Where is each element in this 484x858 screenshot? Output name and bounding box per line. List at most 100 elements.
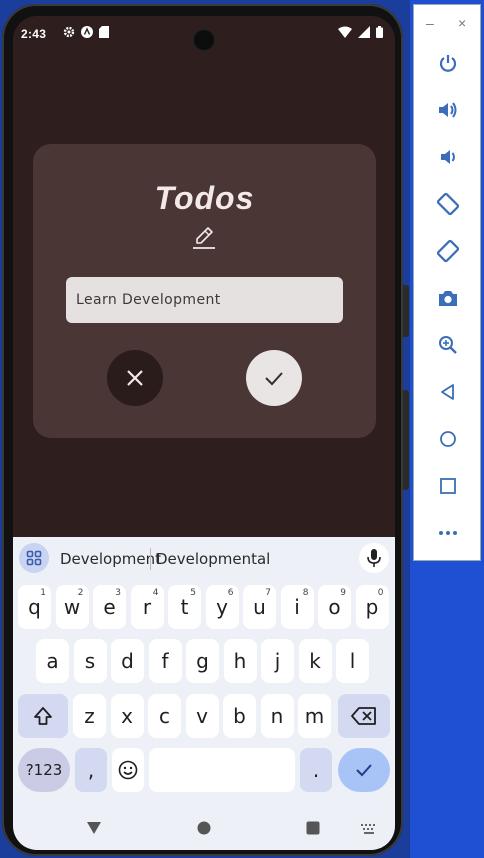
- recents-nav-icon[interactable]: [305, 820, 321, 836]
- status-bar: 2:43: [13, 16, 395, 50]
- rotate-right-icon[interactable]: [436, 239, 460, 263]
- keyboard-apps-button[interactable]: [19, 543, 49, 573]
- shift-icon: [34, 707, 52, 725]
- back-nav-icon[interactable]: [86, 820, 102, 836]
- suggestion-1[interactable]: Development: [60, 550, 161, 568]
- key-letter: e: [103, 595, 116, 619]
- key-a[interactable]: a: [36, 639, 69, 683]
- key-y[interactable]: y6: [205, 585, 239, 629]
- phone-frame: 2:43 Todos Learn Development Development…: [2, 4, 403, 856]
- space-key[interactable]: [149, 748, 295, 792]
- key-e[interactable]: e3: [93, 585, 126, 629]
- keyboard-switch-icon[interactable]: [360, 823, 378, 835]
- backspace-icon: [351, 707, 376, 725]
- key-number-hint: 2: [77, 588, 84, 598]
- enter-key[interactable]: [338, 748, 390, 792]
- key-letter: p: [365, 595, 379, 619]
- key-g[interactable]: g: [186, 639, 219, 683]
- settings-icon: [63, 26, 75, 38]
- confirm-button[interactable]: [246, 350, 302, 406]
- close-window-icon[interactable]: ×: [458, 15, 466, 31]
- emoji-icon: [118, 760, 138, 780]
- key-m[interactable]: m: [298, 694, 331, 738]
- front-camera: [194, 30, 214, 50]
- zoom-icon[interactable]: [436, 333, 460, 357]
- more-icon[interactable]: [436, 521, 460, 545]
- key-number-hint: 7: [265, 588, 271, 598]
- key-number-hint: 3: [115, 588, 121, 598]
- phone-power-button: [403, 285, 409, 337]
- grid-icon: [26, 550, 42, 566]
- backspace-key[interactable]: [338, 694, 390, 738]
- key-p[interactable]: p0: [355, 585, 389, 629]
- key-l[interactable]: l: [336, 639, 369, 683]
- suggestion-strip: Development Developmental: [13, 537, 395, 579]
- volume-up-icon[interactable]: [436, 98, 460, 122]
- navigation-bar: [13, 807, 395, 850]
- soft-keyboard: Development Developmental q1w2e3r4t5y6u7…: [13, 537, 395, 850]
- todo-text-field[interactable]: Learn Development: [66, 277, 343, 323]
- emoji-key[interactable]: [112, 748, 144, 792]
- signal-icon: [358, 26, 370, 38]
- phone-volume-button: [403, 390, 409, 490]
- key-x[interactable]: x: [110, 694, 144, 738]
- rotate-left-icon[interactable]: [436, 192, 460, 216]
- overview-icon[interactable]: [436, 474, 460, 498]
- back-icon[interactable]: [436, 380, 460, 404]
- period-key[interactable]: .: [300, 748, 332, 792]
- close-icon: [127, 370, 143, 386]
- key-letter: y: [216, 595, 228, 619]
- phone-screen: 2:43 Todos Learn Development Development…: [13, 16, 395, 850]
- key-k[interactable]: k: [298, 639, 332, 683]
- camera-icon[interactable]: [436, 286, 460, 310]
- key-j[interactable]: j: [261, 639, 294, 683]
- key-letter: i: [294, 595, 300, 619]
- status-time: 2:43: [21, 27, 47, 41]
- key-r[interactable]: r4: [130, 585, 164, 629]
- cancel-button[interactable]: [107, 350, 163, 406]
- battery-icon: [376, 26, 383, 38]
- key-number-hint: 0: [377, 588, 384, 598]
- dialog-title: Todos: [154, 180, 255, 216]
- todo-dialog: Todos Learn Development: [33, 144, 376, 438]
- key-b[interactable]: b: [223, 694, 256, 738]
- symbols-key[interactable]: ?123: [18, 748, 70, 792]
- key-n[interactable]: n: [260, 694, 294, 738]
- volume-down-icon[interactable]: [436, 145, 460, 169]
- wifi-icon: [338, 26, 352, 38]
- home-icon[interactable]: [436, 427, 460, 451]
- voice-input-button[interactable]: [359, 543, 389, 573]
- key-o[interactable]: o9: [318, 585, 351, 629]
- comma-key[interactable]: ,: [75, 748, 107, 792]
- power-icon[interactable]: [436, 51, 460, 75]
- key-c[interactable]: c: [148, 694, 181, 738]
- key-t[interactable]: t5: [168, 585, 201, 629]
- key-i[interactable]: i8: [280, 585, 314, 629]
- key-u[interactable]: u7: [243, 585, 276, 629]
- key-h[interactable]: h: [223, 639, 257, 683]
- emulator-toolbar: – ×: [413, 4, 481, 561]
- key-q[interactable]: q1: [18, 585, 51, 629]
- key-number-hint: 5: [190, 588, 196, 598]
- pencil-icon: [193, 227, 215, 249]
- check-icon: [265, 372, 283, 386]
- key-number-hint: 1: [40, 588, 46, 598]
- minimize-icon[interactable]: –: [426, 15, 434, 31]
- key-w[interactable]: w2: [55, 585, 89, 629]
- shift-key[interactable]: [18, 694, 68, 738]
- home-nav-icon[interactable]: [196, 820, 212, 836]
- key-v[interactable]: v: [185, 694, 219, 738]
- key-number-hint: 6: [227, 588, 234, 598]
- key-d[interactable]: d: [111, 639, 144, 683]
- suggestion-divider: [150, 548, 151, 570]
- key-number-hint: 9: [340, 588, 346, 598]
- key-letter: r: [142, 595, 152, 619]
- key-letter: q: [28, 595, 41, 619]
- key-f[interactable]: f: [148, 639, 182, 683]
- key-letter: u: [253, 595, 266, 619]
- key-s[interactable]: s: [73, 639, 107, 683]
- key-z[interactable]: z: [73, 694, 106, 738]
- key-number-hint: 4: [152, 588, 159, 598]
- suggestion-2[interactable]: Developmental: [156, 550, 270, 568]
- key-letter: w: [63, 595, 81, 619]
